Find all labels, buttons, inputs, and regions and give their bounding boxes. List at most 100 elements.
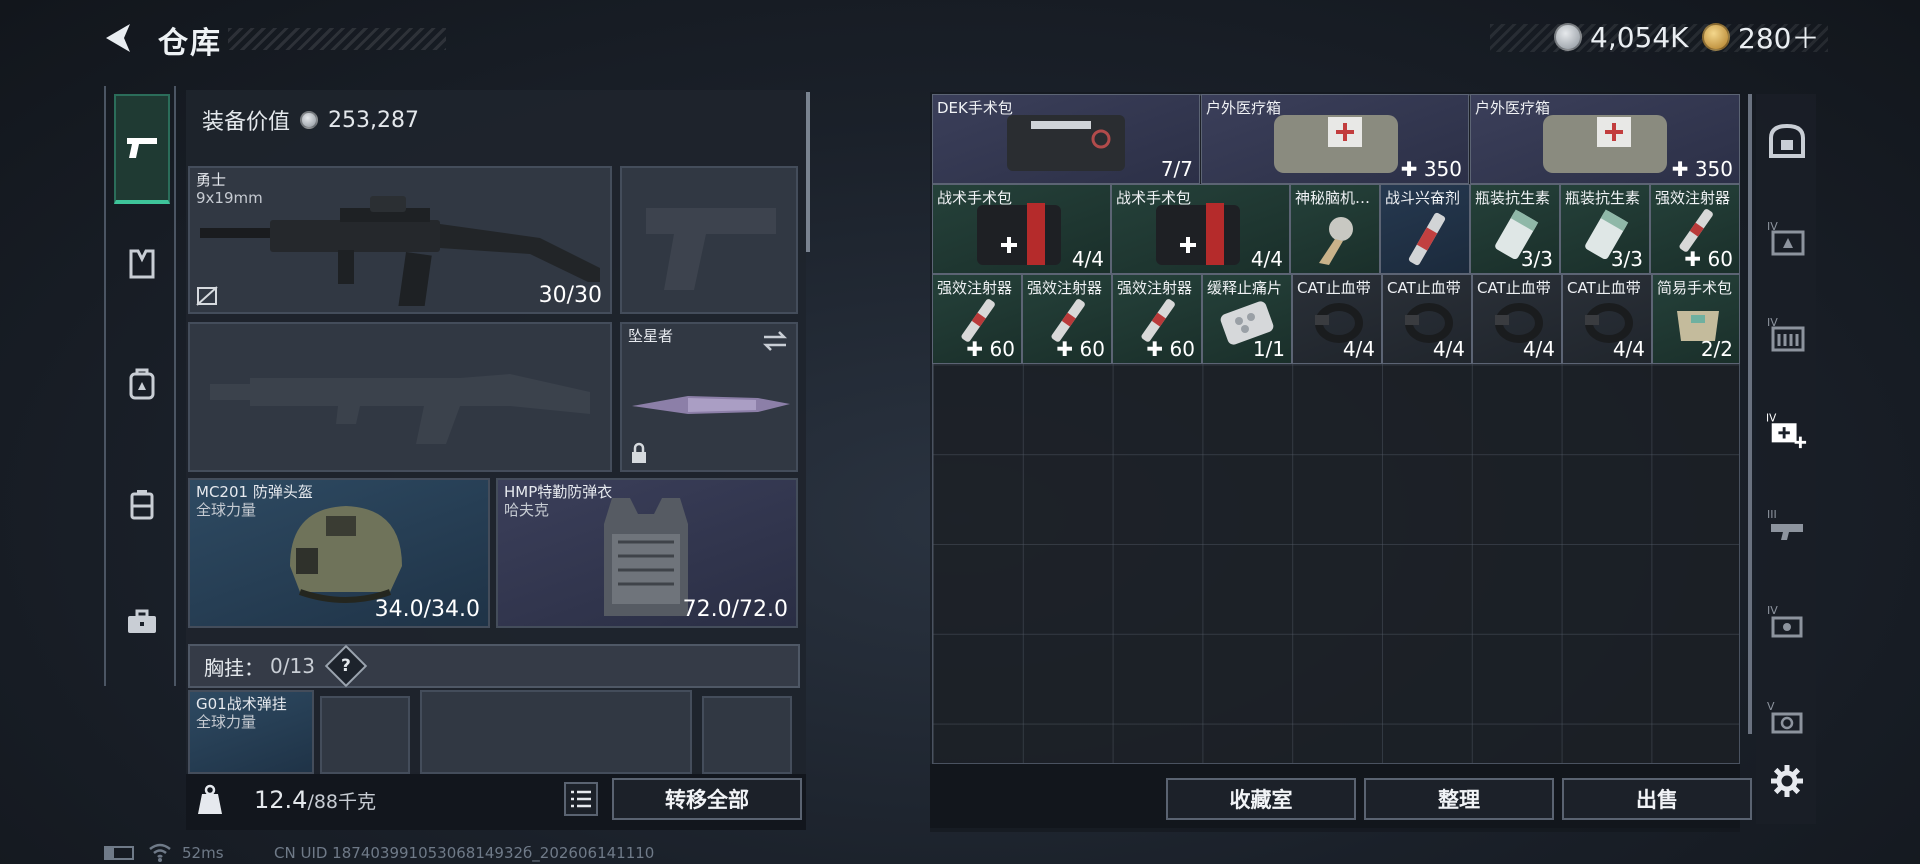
collection-room-button[interactable]: 收藏室 xyxy=(1166,778,1356,820)
back-arrow-icon[interactable] xyxy=(100,18,140,58)
stimulant-image xyxy=(1408,212,1446,266)
svg-text:IV: IV xyxy=(1766,412,1777,424)
briefcase-icon xyxy=(128,609,156,633)
nav-chest-rig[interactable] xyxy=(114,236,170,292)
currency-gold[interactable]: 280＋ xyxy=(1702,20,1820,55)
safe-box-icon xyxy=(1769,123,1805,158)
tier-v-icon: V xyxy=(1767,700,1803,734)
pistol-placeholder-icon xyxy=(646,208,776,290)
storage-item[interactable]: 强效注射器 ✚ 60 xyxy=(1112,274,1202,364)
helmet-image xyxy=(290,506,402,603)
list-view-button[interactable] xyxy=(564,782,598,816)
chest-rig-cell[interactable] xyxy=(420,690,692,774)
storage-tab-safe[interactable] xyxy=(1766,120,1808,162)
svg-text:IV: IV xyxy=(1767,604,1778,617)
silver-coin-icon xyxy=(1554,23,1582,51)
list-icon xyxy=(571,790,591,808)
organize-button[interactable]: 整理 xyxy=(1364,778,1554,820)
storage-tab-nav: IV IV IV III IV V xyxy=(1756,94,1816,824)
nav-container[interactable] xyxy=(114,476,170,532)
chest-rig-slot[interactable]: G01战术弹挂 全球力量 xyxy=(188,690,314,774)
weapon-ammo: 30/30 xyxy=(538,283,602,308)
vest-icon xyxy=(129,249,155,279)
tier-iv-medical-icon: IV xyxy=(1766,412,1807,449)
left-category-nav xyxy=(104,86,176,686)
help-button[interactable]: ? xyxy=(324,644,368,688)
chest-rig-capacity: 0/13 xyxy=(270,654,315,678)
settings-button[interactable] xyxy=(1766,760,1808,802)
sell-button[interactable]: 出售 xyxy=(1562,778,1752,820)
pistol-slot[interactable] xyxy=(620,166,798,314)
first-aid-bag-image xyxy=(977,203,1061,265)
storage-item[interactable]: 户外医疗箱 ✚ 350 xyxy=(1470,94,1740,184)
nav-backpack[interactable] xyxy=(114,356,170,412)
vest-image xyxy=(604,498,688,616)
swap-icon[interactable] xyxy=(762,330,788,352)
storage-item[interactable]: 瓶装抗生素 3/3 xyxy=(1560,184,1650,274)
storage-tab-v[interactable]: V xyxy=(1766,696,1808,738)
storage-item[interactable]: DEK手术包 7/7 xyxy=(932,94,1200,184)
storage-item[interactable]: 战斗兴奋剂 xyxy=(1380,184,1470,274)
equipment-scrollbar[interactable] xyxy=(806,92,810,252)
helmet-slot[interactable]: MC201 防弹头盔 全球力量 34.0/34.0 xyxy=(188,478,490,628)
first-aid-bag-image xyxy=(1156,203,1240,265)
chest-rig-name: G01战术弹挂 xyxy=(196,695,287,713)
medical-box-image xyxy=(1274,115,1398,173)
storage-item[interactable]: 战术手术包 4/4 xyxy=(1111,184,1290,274)
helmet-brand: 全球力量 xyxy=(196,501,257,519)
uid-readout: CN UID 18740399105306814932б_20260614111… xyxy=(274,844,655,862)
chest-rig-cell[interactable] xyxy=(320,696,410,774)
primary-weapon-slot[interactable]: 勇士 9x19mm 30/30 xyxy=(188,166,612,314)
chest-rig-brand: 全球力量 xyxy=(196,713,257,731)
tier-iv-gear-icon: IV xyxy=(1767,604,1803,638)
backpack-icon xyxy=(129,368,155,400)
storage-item[interactable]: 简易手术包 2/2 xyxy=(1652,274,1740,364)
storage-tab-iv-3[interactable]: IV xyxy=(1766,600,1808,642)
ping-readout: 52ms xyxy=(182,844,224,862)
svg-text:V: V xyxy=(1767,700,1775,713)
unlinked-icon xyxy=(196,286,218,306)
wifi-icon xyxy=(149,843,171,862)
body-armor-slot[interactable]: HMP特勤防弹衣 哈夫克 72.0/72.0 xyxy=(496,478,798,628)
storage-scrollbar[interactable] xyxy=(1748,94,1752,734)
nav-weapons[interactable] xyxy=(114,94,170,204)
storage-tab-iv-medical[interactable]: IV xyxy=(1766,408,1808,450)
secondary-weapon-slot[interactable] xyxy=(188,322,612,472)
silver-amount: 4,054K xyxy=(1590,20,1689,54)
weight-current: 12.4 xyxy=(254,786,308,814)
storage-item[interactable]: 户外医疗箱 ✚ 350 xyxy=(1201,94,1469,184)
melee-name: 坠星者 xyxy=(628,327,674,345)
storage-item[interactable]: 强效注射器 ✚ 60 xyxy=(932,274,1022,364)
melee-slot[interactable]: 坠星者 xyxy=(620,322,798,472)
storage-tab-iv-2[interactable]: IV xyxy=(1766,312,1808,354)
storage-item[interactable]: 神秘脑机… xyxy=(1290,184,1380,274)
silver-coin-icon xyxy=(300,111,319,129)
storage-item[interactable]: 战术手术包 4/4 xyxy=(932,184,1111,274)
medical-box-image xyxy=(1543,115,1667,173)
nav-toolbox[interactable] xyxy=(114,594,170,650)
weight-icon xyxy=(198,784,222,814)
transfer-all-button[interactable]: 转移全部 xyxy=(612,778,802,820)
storage-item[interactable]: 强效注射器 ✚ 60 xyxy=(1650,184,1740,274)
chest-rig-header: 胸挂： 0/13 ? xyxy=(188,644,800,688)
case-icon xyxy=(130,490,154,520)
armor-brand: 哈夫克 xyxy=(504,501,550,519)
armor-durability: 72.0/72.0 xyxy=(682,597,788,622)
equipment-value-label: 装备价值 xyxy=(202,110,291,135)
header-decoration xyxy=(228,28,446,50)
storage-item[interactable]: CAT止血带 4/4 xyxy=(1382,274,1472,364)
storage-tab-iii[interactable]: III xyxy=(1766,504,1808,546)
tier-iv-ammo-icon: IV xyxy=(1767,316,1805,352)
gold-amount: 280＋ xyxy=(1738,22,1820,55)
storage-item[interactable]: 瓶装抗生素 3/3 xyxy=(1470,184,1560,274)
equipment-value-amount: 253,287 xyxy=(328,107,419,133)
storage-item[interactable]: 缓释止痛片 1/1 xyxy=(1202,274,1292,364)
storage-item[interactable]: CAT止血带 4/4 xyxy=(1472,274,1562,364)
lock-icon xyxy=(632,442,646,463)
storage-item[interactable]: CAT止血带 4/4 xyxy=(1292,274,1382,364)
chest-rig-cell[interactable] xyxy=(702,696,792,774)
storage-tab-iv-1[interactable]: IV xyxy=(1766,216,1808,258)
storage-item[interactable]: CAT止血带 4/4 xyxy=(1562,274,1652,364)
storage-item[interactable]: 强效注射器 ✚ 60 xyxy=(1022,274,1112,364)
battery-icon xyxy=(104,846,134,860)
